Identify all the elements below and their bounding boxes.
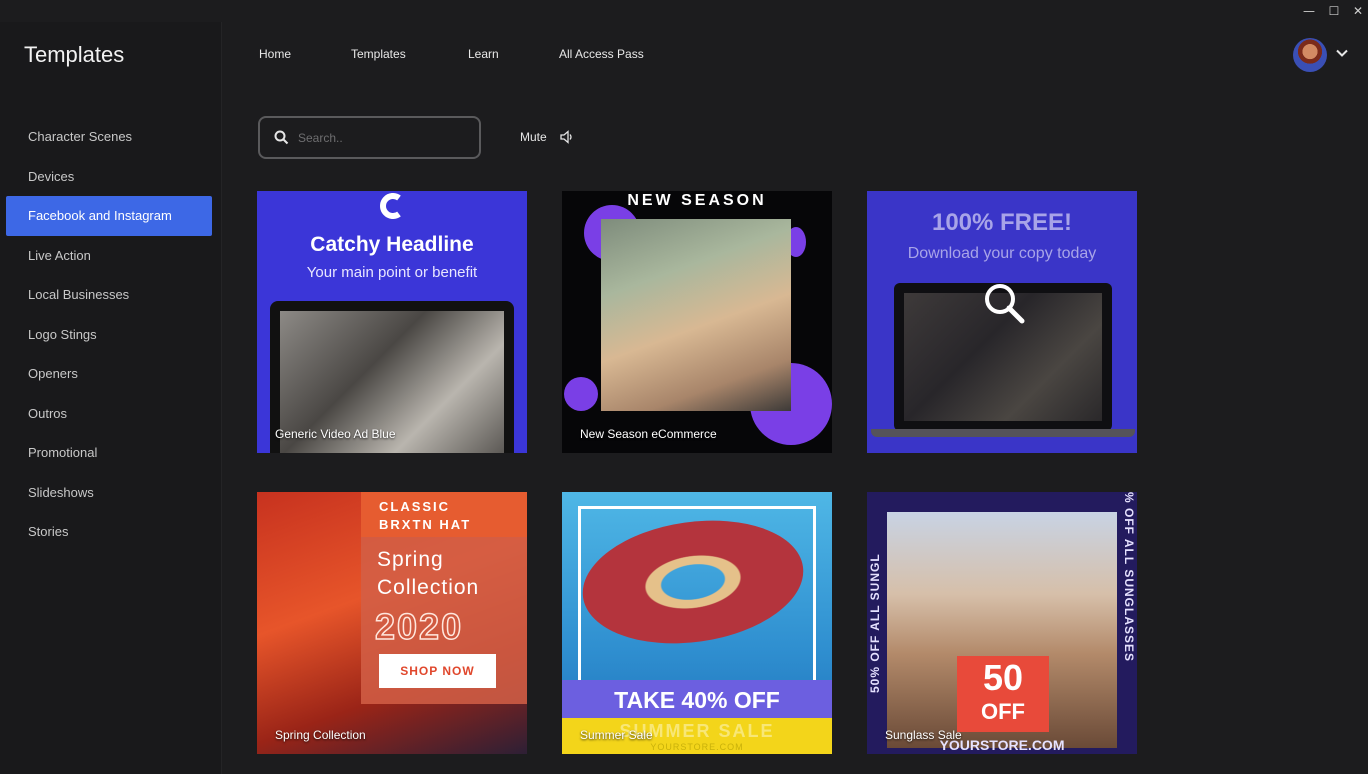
template-card-generic-video-ad-blue[interactable]: Catchy Headline Your main point or benef… — [257, 191, 527, 453]
search-icon — [274, 130, 289, 145]
product-tag: CLASSIC BRXTN HAT — [361, 492, 527, 537]
mute-label: Mute — [520, 129, 547, 144]
laptop-base — [871, 429, 1135, 437]
sidebar-item-devices[interactable]: Devices — [6, 157, 212, 197]
card-headline: TAKE 40% OFF — [562, 680, 832, 720]
template-name: New Season eCommerce — [580, 427, 717, 441]
template-card-sunglass-sale[interactable]: 50% OFF ALL SUNGL % OFF ALL SUNGLASSES 5… — [867, 492, 1137, 754]
sidebar-item-facebook-and-instagram[interactable]: Facebook and Instagram — [6, 196, 212, 236]
card-headline: Spring Collection — [377, 548, 480, 599]
nav-home[interactable]: Home — [259, 47, 291, 61]
discount-badge: 50 OFF — [957, 656, 1049, 732]
template-name: Summer Sale — [580, 728, 653, 742]
template-card-summer-sale[interactable]: TAKE 40% OFF SUMMER SALE YOURSTORE.COM S… — [562, 492, 832, 754]
nav-learn[interactable]: Learn — [468, 47, 499, 61]
decor-circle — [564, 377, 598, 411]
nav-all-access-pass[interactable]: All Access Pass — [559, 47, 644, 61]
close-button[interactable]: ✕ — [1350, 3, 1366, 19]
sidebar-item-character-scenes[interactable]: Character Scenes — [6, 117, 212, 157]
maximize-button[interactable]: ☐ — [1326, 3, 1342, 19]
card-subline: Download your copy today — [907, 245, 1097, 262]
sidebar-item-live-action[interactable]: Live Action — [6, 236, 212, 276]
sidebar-item-slideshows[interactable]: Slideshows — [6, 473, 212, 513]
search-input[interactable] — [298, 126, 468, 150]
shop-now-button: SHOP NOW — [379, 654, 496, 688]
sidebar-item-logo-stings[interactable]: Logo Stings — [6, 315, 212, 355]
sidebar-item-outros[interactable]: Outros — [6, 394, 212, 434]
card-year: 2020 — [374, 605, 464, 648]
template-card-free-download[interactable]: 100% FREE! Download your copy today — [867, 191, 1137, 453]
sidebar-item-promotional[interactable]: Promotional — [6, 433, 212, 473]
app-title: Templates — [24, 42, 125, 67]
template-name: Spring Collection — [275, 728, 366, 742]
store-url: YOURSTORE.COM — [650, 742, 744, 752]
template-name: Generic Video Ad Blue — [275, 427, 396, 441]
mute-toggle[interactable]: Mute — [520, 128, 575, 148]
sidebar: Templates Character Scenes Devices Faceb… — [0, 22, 222, 774]
model-photo — [601, 219, 791, 411]
category-list: Character Scenes Devices Facebook and In… — [6, 117, 212, 552]
minimize-button[interactable]: — — [1301, 3, 1317, 19]
card-headline: 100% FREE! — [931, 209, 1073, 236]
user-avatar[interactable] — [1293, 38, 1327, 72]
speaker-icon — [560, 129, 572, 144]
side-banner-right: % OFF ALL SUNGLASSES — [1122, 492, 1136, 663]
card-subline: Your main point or benefit — [306, 264, 478, 281]
search-box — [258, 116, 481, 159]
sidebar-item-local-businesses[interactable]: Local Businesses — [6, 275, 212, 315]
sidebar-item-openers[interactable]: Openers — [6, 354, 212, 394]
template-card-new-season-ecommerce[interactable]: NEW SEASON New Season eCommerce — [562, 191, 832, 453]
template-card-spring-collection[interactable]: CLASSIC BRXTN HAT Spring Collection 2020… — [257, 492, 527, 754]
brand-logo-icon — [380, 193, 401, 219]
card-headline: Catchy Headline — [310, 233, 474, 256]
window-titlebar: — ☐ ✕ — [0, 0, 1368, 22]
nav-templates[interactable]: Templates — [351, 47, 406, 61]
magnifier-icon — [985, 284, 1025, 324]
side-banner-left: 50% OFF ALL SUNGL — [868, 553, 882, 693]
sidebar-item-stories[interactable]: Stories — [6, 512, 212, 552]
template-name: Sunglass Sale — [885, 728, 962, 742]
chevron-down-icon[interactable] — [1335, 46, 1349, 60]
